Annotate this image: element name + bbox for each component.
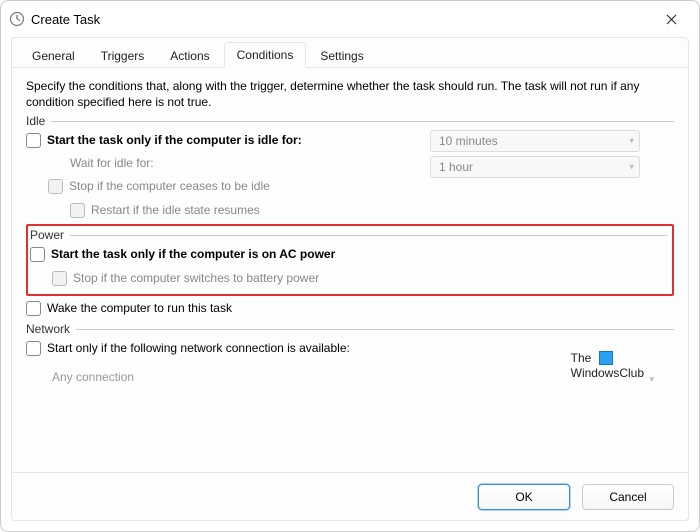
- checkbox-restart-if-idle-resumes[interactable]: [70, 203, 85, 218]
- tab-actions[interactable]: Actions: [158, 44, 221, 68]
- tab-conditions[interactable]: Conditions: [224, 42, 307, 68]
- titlebar: Create Task: [1, 1, 699, 37]
- label-restart-if-idle-resumes: Restart if the idle state resumes: [91, 203, 260, 217]
- label-wake-to-run: Wake the computer to run this task: [47, 301, 232, 315]
- watermark: The WindowsClub: [571, 351, 644, 380]
- close-button[interactable]: [651, 5, 691, 33]
- tab-triggers[interactable]: Triggers: [89, 44, 157, 68]
- create-task-window: Create Task General Triggers Actions Con…: [0, 0, 700, 532]
- watermark-line1: The: [571, 351, 592, 365]
- section-idle-header: Idle: [26, 114, 674, 128]
- chevron-down-icon: ▾: [629, 162, 634, 173]
- section-network-header: Network: [26, 322, 674, 336]
- wait-duration-dropdown[interactable]: 1 hour ▾: [430, 156, 640, 178]
- label-start-only-idle: Start the task only if the computer is i…: [47, 133, 302, 147]
- close-icon: [666, 14, 677, 25]
- watermark-square-icon: [599, 351, 613, 365]
- label-stop-on-battery: Stop if the computer switches to battery…: [73, 271, 319, 285]
- section-power-header: Power: [30, 228, 668, 242]
- cancel-button[interactable]: Cancel: [582, 484, 674, 510]
- section-network-label: Network: [26, 322, 76, 336]
- ok-button-label: OK: [515, 490, 532, 504]
- checkbox-stop-on-battery[interactable]: [52, 271, 67, 286]
- ok-button[interactable]: OK: [478, 484, 570, 510]
- section-idle-label: Idle: [26, 114, 51, 128]
- network-connection-dropdown[interactable]: Any connection: [44, 366, 614, 392]
- tab-general[interactable]: General: [20, 44, 87, 68]
- cancel-button-label: Cancel: [609, 490, 646, 504]
- chevron-down-icon: ▾: [649, 374, 654, 385]
- window-title: Create Task: [31, 12, 100, 27]
- app-icon: [9, 11, 25, 27]
- checkbox-stop-if-cease-idle[interactable]: [48, 179, 63, 194]
- conditions-body: Specify the conditions that, along with …: [12, 68, 688, 472]
- checkbox-start-only-network[interactable]: [26, 341, 41, 356]
- network-connection-value: Any connection: [52, 370, 134, 384]
- checkbox-wake-to-run[interactable]: [26, 301, 41, 316]
- idle-duration-dropdown[interactable]: 10 minutes ▾: [430, 130, 640, 152]
- conditions-description: Specify the conditions that, along with …: [26, 78, 674, 110]
- watermark-line2: WindowsClub: [571, 366, 644, 380]
- button-bar: OK Cancel: [12, 472, 688, 520]
- chevron-down-icon: ▾: [629, 136, 634, 147]
- checkbox-start-only-idle[interactable]: [26, 133, 41, 148]
- checkbox-start-only-ac[interactable]: [30, 247, 45, 262]
- power-highlight: Power Start the task only if the compute…: [26, 224, 674, 296]
- label-wait-for-idle: Wait for idle for:: [70, 156, 154, 170]
- idle-duration-value: 10 minutes: [439, 134, 498, 148]
- label-start-only-ac: Start the task only if the computer is o…: [51, 247, 335, 261]
- section-power-label: Power: [30, 228, 70, 242]
- label-stop-if-cease-idle: Stop if the computer ceases to be idle: [69, 179, 270, 193]
- label-start-only-network: Start only if the following network conn…: [47, 341, 350, 355]
- wait-duration-value: 1 hour: [439, 160, 473, 174]
- tabs: General Triggers Actions Conditions Sett…: [12, 38, 688, 68]
- dialog-frame: General Triggers Actions Conditions Sett…: [11, 37, 689, 521]
- tab-settings[interactable]: Settings: [308, 44, 375, 68]
